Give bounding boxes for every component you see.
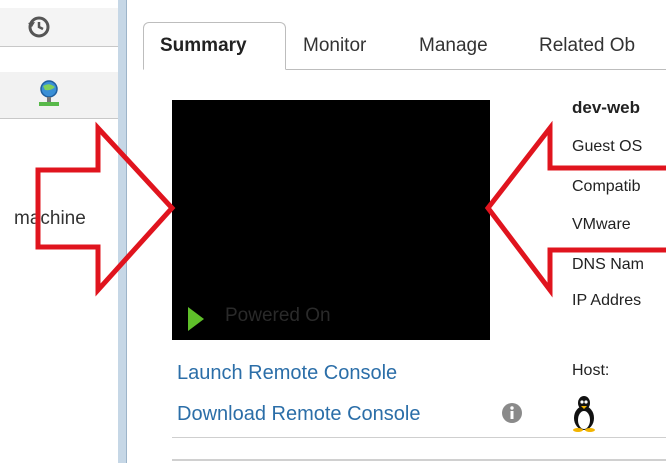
dns-name-label: DNS Nam [572,256,645,273]
compatibility-label: Compatib [572,178,641,195]
divider-bottom [172,459,666,461]
vmware-tools-label: VMware [572,216,631,233]
vm-console-thumbnail[interactable]: Powered On [172,100,490,340]
power-status: Powered On [225,305,331,326]
guest-os-label: Guest OS [572,138,643,155]
main-panel: Summary Monitor Manage Related Ob Powere… [127,0,666,463]
tab-summary[interactable]: Summary [143,22,286,70]
navigator-toolbar [0,8,118,47]
tab-manage[interactable]: Manage [403,22,504,69]
tab-related-objects[interactable]: Related Ob [523,22,651,69]
vm-name: dev-web [572,98,641,117]
navigator-item-label[interactable]: machine [14,208,86,230]
divider [172,437,666,438]
history-icon[interactable] [26,14,52,45]
network-icon[interactable] [36,78,62,115]
navigator-toolbar-secondary [0,72,118,119]
host-label: Host: [572,362,610,379]
pane-splitter[interactable] [118,0,126,463]
power-on-icon [186,306,206,337]
tab-monitor[interactable]: Monitor [287,22,382,69]
launch-remote-console-link[interactable]: Launch Remote Console [177,362,397,385]
tab-bar: Summary Monitor Manage Related Ob [127,0,666,70]
navigator-pane: machine [0,0,118,463]
linux-tux-icon [572,394,596,437]
info-icon[interactable] [501,402,523,429]
download-remote-console-link[interactable]: Download Remote Console [177,403,420,426]
ip-address-label: IP Addres [572,292,642,309]
